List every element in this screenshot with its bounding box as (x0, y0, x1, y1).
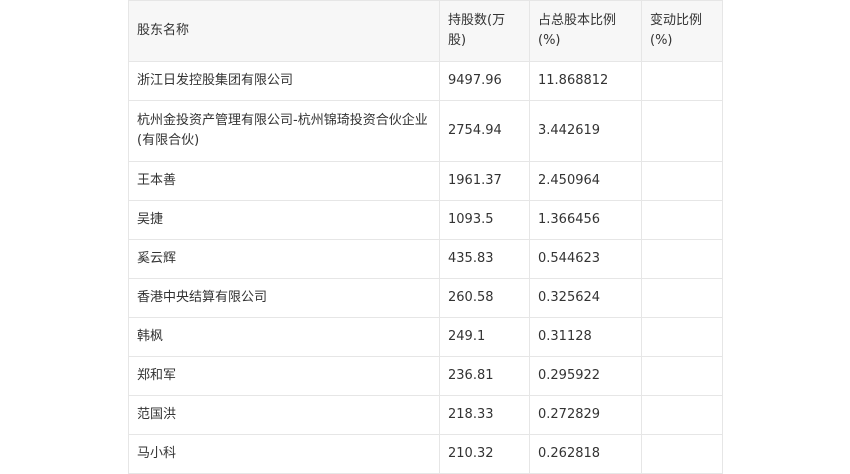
cell-name: 浙江日发控股集团有限公司 (128, 61, 440, 101)
cell-ratio: 0.544623 (529, 239, 642, 279)
cell-ratio: 0.325624 (529, 278, 642, 318)
table-row: 王本善 1961.37 2.450964 (128, 161, 723, 201)
table-row: 浙江日发控股集团有限公司 9497.96 11.868812 (128, 61, 723, 101)
table-row: 香港中央结算有限公司 260.58 0.325624 (128, 278, 723, 318)
cell-change (641, 278, 723, 318)
cell-name: 范国洪 (128, 395, 440, 435)
cell-name: 香港中央结算有限公司 (128, 278, 440, 318)
table-row: 郑和军 236.81 0.295922 (128, 356, 723, 396)
table-row: 吴捷 1093.5 1.366456 (128, 200, 723, 240)
cell-shares: 1961.37 (439, 161, 530, 201)
cell-shares: 210.32 (439, 434, 530, 474)
cell-name: 吴捷 (128, 200, 440, 240)
cell-ratio: 2.450964 (529, 161, 642, 201)
cell-shares: 249.1 (439, 317, 530, 357)
cell-ratio: 0.262818 (529, 434, 642, 474)
cell-shares: 236.81 (439, 356, 530, 396)
cell-shares: 9497.96 (439, 61, 530, 101)
cell-change (641, 434, 723, 474)
cell-shares: 1093.5 (439, 200, 530, 240)
cell-change (641, 61, 723, 101)
cell-change (641, 200, 723, 240)
table-row: 杭州金投资产管理有限公司-杭州锦琦投资合伙企业(有限合伙) 2754.94 3.… (128, 100, 723, 162)
cell-change (641, 356, 723, 396)
table-row: 马小科 210.32 0.262818 (128, 434, 723, 474)
cell-shares: 2754.94 (439, 100, 530, 162)
cell-ratio: 0.31128 (529, 317, 642, 357)
cell-change (641, 100, 723, 162)
cell-ratio: 1.366456 (529, 200, 642, 240)
header-shares: 持股数(万股) (439, 0, 530, 62)
cell-name: 杭州金投资产管理有限公司-杭州锦琦投资合伙企业(有限合伙) (128, 100, 440, 162)
table-header-row: 股东名称 持股数(万股) 占总股本比例(%) 变动比例(%) (128, 0, 723, 62)
cell-ratio: 11.868812 (529, 61, 642, 101)
cell-change (641, 395, 723, 435)
cell-ratio: 3.442619 (529, 100, 642, 162)
cell-name: 郑和军 (128, 356, 440, 396)
header-shareholder-name: 股东名称 (128, 0, 440, 62)
cell-ratio: 0.272829 (529, 395, 642, 435)
cell-change (641, 161, 723, 201)
header-change: 变动比例(%) (641, 0, 723, 62)
shareholder-table-container: 股东名称 持股数(万股) 占总股本比例(%) 变动比例(%) 浙江日发控股集团有… (128, 0, 723, 474)
cell-name: 韩枫 (128, 317, 440, 357)
table-row: 奚云辉 435.83 0.544623 (128, 239, 723, 279)
cell-shares: 435.83 (439, 239, 530, 279)
shareholder-table: 股东名称 持股数(万股) 占总股本比例(%) 变动比例(%) 浙江日发控股集团有… (128, 0, 723, 474)
cell-shares: 218.33 (439, 395, 530, 435)
cell-ratio: 0.295922 (529, 356, 642, 396)
cell-name: 奚云辉 (128, 239, 440, 279)
cell-shares: 260.58 (439, 278, 530, 318)
cell-change (641, 239, 723, 279)
table-row: 范国洪 218.33 0.272829 (128, 395, 723, 435)
cell-change (641, 317, 723, 357)
header-ratio: 占总股本比例(%) (529, 0, 642, 62)
table-row: 韩枫 249.1 0.31128 (128, 317, 723, 357)
cell-name: 王本善 (128, 161, 440, 201)
cell-name: 马小科 (128, 434, 440, 474)
